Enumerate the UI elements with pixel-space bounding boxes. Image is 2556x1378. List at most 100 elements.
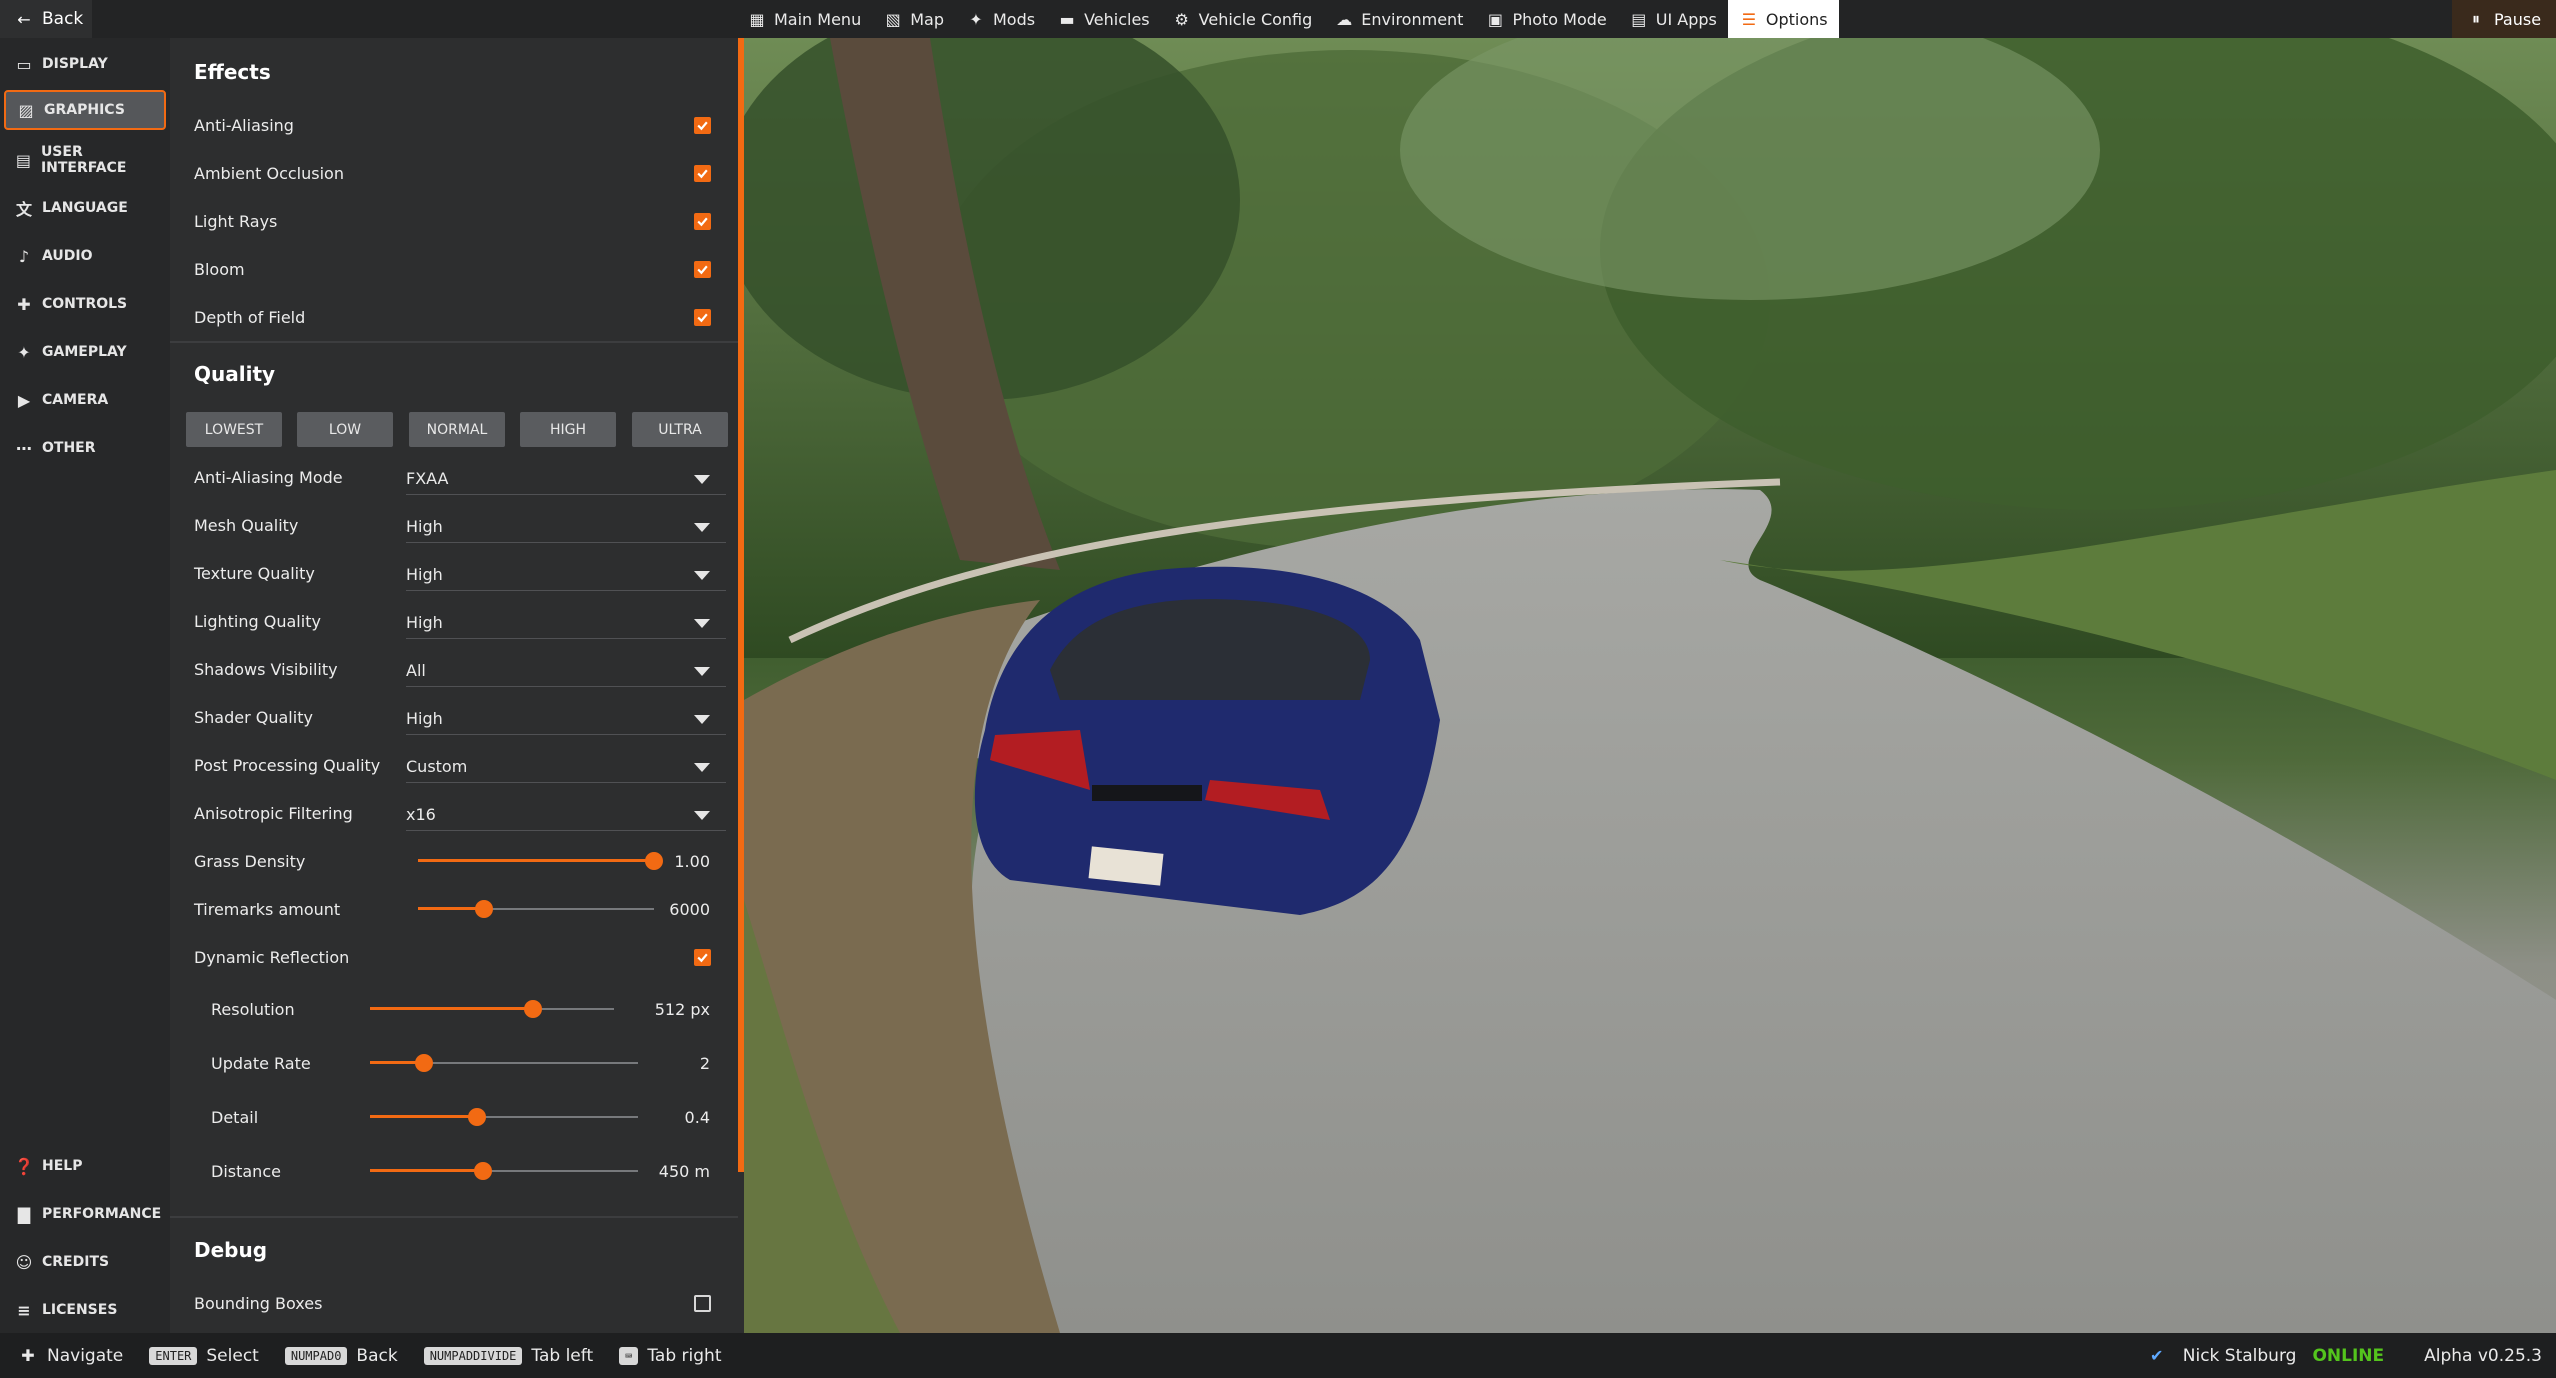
category-graphics[interactable]: ▨ GRAPHICS <box>4 90 166 130</box>
reflection-distance-slider[interactable] <box>370 1161 638 1181</box>
nav-mods[interactable]: ✦ Mods <box>955 0 1046 38</box>
list-icon: ≡ <box>17 1300 31 1320</box>
category-label: PERFORMANCE <box>42 1206 162 1222</box>
shadows-visibility-label: Shadows Visibility <box>194 660 338 679</box>
preset-normal-button[interactable]: NORMAL <box>409 412 505 447</box>
tiremarks-amount-label: Tiremarks amount <box>194 900 341 919</box>
mesh-quality-select[interactable]: High <box>406 511 726 543</box>
lighting-quality-select[interactable]: High <box>406 607 726 639</box>
nav-ui-apps[interactable]: ▤ UI Apps <box>1618 0 1728 38</box>
nav-label: Vehicles <box>1084 9 1150 29</box>
category-licenses[interactable]: ≡ LICENSES <box>4 1290 166 1330</box>
nav-label: UI Apps <box>1655 9 1717 29</box>
dynamic-reflection-checkbox[interactable] <box>694 949 711 966</box>
panel-scrollbar[interactable] <box>738 38 744 1172</box>
anisotropic-filtering-select[interactable]: x16 <box>406 799 726 831</box>
reflection-update-rate-value: 2 <box>699 1054 710 1073</box>
depth-of-field-label: Depth of Field <box>194 308 306 327</box>
slider-thumb[interactable] <box>468 1108 487 1126</box>
category-other[interactable]: ⋯ OTHER <box>4 428 166 468</box>
preset-high-button[interactable]: HIGH <box>520 412 616 447</box>
grass-density-slider[interactable] <box>418 851 663 871</box>
puzzle-icon: ✦ <box>17 342 31 362</box>
reflection-update-rate-slider[interactable] <box>370 1053 638 1073</box>
anti-aliasing-checkbox[interactable] <box>694 117 711 134</box>
update-rate-label: Update Rate <box>211 1054 311 1073</box>
dynamic-reflection-label: Dynamic Reflection <box>194 948 350 967</box>
preset-lowest-button[interactable]: LOWEST <box>186 412 282 447</box>
slider-thumb[interactable] <box>524 1000 543 1018</box>
bounding-boxes-checkbox[interactable] <box>694 1295 711 1312</box>
ambient-occlusion-checkbox[interactable] <box>694 165 711 182</box>
anti-aliasing-mode-select[interactable]: FXAA <box>406 463 726 495</box>
texture-quality-label: Texture Quality <box>194 564 315 583</box>
nav-label: Mods <box>992 9 1036 29</box>
slider-thumb[interactable] <box>473 1162 492 1180</box>
back-button[interactable]: ← Back <box>0 0 92 38</box>
monitor-icon: ▭ <box>16 54 32 74</box>
chevron-down-icon <box>694 715 710 724</box>
grid-icon: ▦ <box>749 9 765 29</box>
reflection-resolution-slider[interactable] <box>370 999 614 1019</box>
texture-quality-select[interactable]: High <box>406 559 726 591</box>
chevron-down-icon <box>694 475 710 484</box>
nav-vehicles[interactable]: ▬ Vehicles <box>1046 0 1161 38</box>
category-label: DISPLAY <box>42 56 108 72</box>
light-rays-label: Light Rays <box>194 212 278 231</box>
preset-ultra-button[interactable]: ULTRA <box>632 412 728 447</box>
category-performance[interactable]: ▇ PERFORMANCE <box>4 1194 166 1234</box>
depth-of-field-checkbox[interactable] <box>694 309 711 326</box>
bloom-checkbox[interactable] <box>694 261 711 278</box>
resolution-label: Resolution <box>211 1000 295 1019</box>
preset-low-button[interactable]: LOW <box>297 412 393 447</box>
reflection-detail-slider[interactable] <box>370 1107 638 1127</box>
lighting-quality-label: Lighting Quality <box>194 612 321 631</box>
category-gameplay[interactable]: ✦ GAMEPLAY <box>4 332 166 372</box>
online-status: ONLINE <box>2312 1345 2385 1366</box>
shadows-visibility-select[interactable]: All <box>406 655 726 687</box>
detail-label: Detail <box>211 1108 259 1127</box>
chevron-down-icon <box>694 667 710 676</box>
slider-thumb[interactable] <box>414 1054 433 1072</box>
tiremarks-amount-slider[interactable] <box>418 899 654 919</box>
category-language[interactable]: 文 LANGUAGE <box>4 188 166 228</box>
category-display[interactable]: ▭ DISPLAY <box>4 44 166 84</box>
tiremarks-amount-value: 6000 <box>669 900 710 919</box>
category-controls[interactable]: ✚ CONTROLS <box>4 284 166 324</box>
bottom-hint-bar: ✚ Navigate ENTER Select NUMPAD0 Back NUM… <box>0 1333 2556 1378</box>
category-help[interactable]: ❓ HELP <box>4 1146 166 1186</box>
nav-options[interactable]: ☰ Options <box>1727 0 1839 38</box>
nav-main-menu[interactable]: ▦ Main Menu <box>736 0 872 38</box>
light-rays-checkbox[interactable] <box>694 213 711 230</box>
slider-thumb[interactable] <box>475 900 494 918</box>
nav-environment[interactable]: ☁ Environment <box>1323 0 1474 38</box>
category-audio[interactable]: ♪ AUDIO <box>4 236 166 276</box>
pause-button[interactable]: ⏸ Pause <box>2452 0 2556 38</box>
dpad-icon: ✚ <box>21 1346 35 1365</box>
chevron-down-icon <box>694 763 710 772</box>
category-camera[interactable]: ▶ CAMERA <box>4 380 166 420</box>
nav-label: Vehicle Config <box>1198 9 1313 29</box>
select-value: FXAA <box>406 469 449 488</box>
category-label: CAMERA <box>42 392 109 408</box>
puzzle-icon: ✦ <box>969 9 983 29</box>
post-processing-quality-select[interactable]: Custom <box>406 751 726 783</box>
chevron-down-icon <box>694 523 710 532</box>
engine-icon: ⚙ <box>1174 9 1189 29</box>
main-nav: ▦ Main Menu ▧ Map ✦ Mods ▬ Vehicles ⚙ Ve… <box>736 0 1839 38</box>
nav-photo-mode[interactable]: ▣ Photo Mode <box>1474 0 1617 38</box>
category-credits[interactable]: ☺ CREDITS <box>4 1242 166 1282</box>
category-user-interface[interactable]: ▤ USER INTERFACE <box>4 140 166 180</box>
mesh-quality-label: Mesh Quality <box>194 516 299 535</box>
hint-select: ENTER Select <box>149 1346 259 1366</box>
nav-vehicle-config[interactable]: ⚙ Vehicle Config <box>1161 0 1324 38</box>
video-icon: ▶ <box>17 390 31 410</box>
nav-map[interactable]: ▧ Map <box>872 0 955 38</box>
translate-icon: 文 <box>15 200 32 219</box>
reflection-resolution-value: 512 px <box>654 1000 710 1019</box>
checkmark-icon <box>697 953 708 963</box>
chevron-down-icon <box>694 571 710 580</box>
shader-quality-select[interactable]: High <box>406 703 726 735</box>
user-name: Nick Stalburg <box>2182 1345 2297 1366</box>
grass-density-label: Grass Density <box>194 852 306 871</box>
